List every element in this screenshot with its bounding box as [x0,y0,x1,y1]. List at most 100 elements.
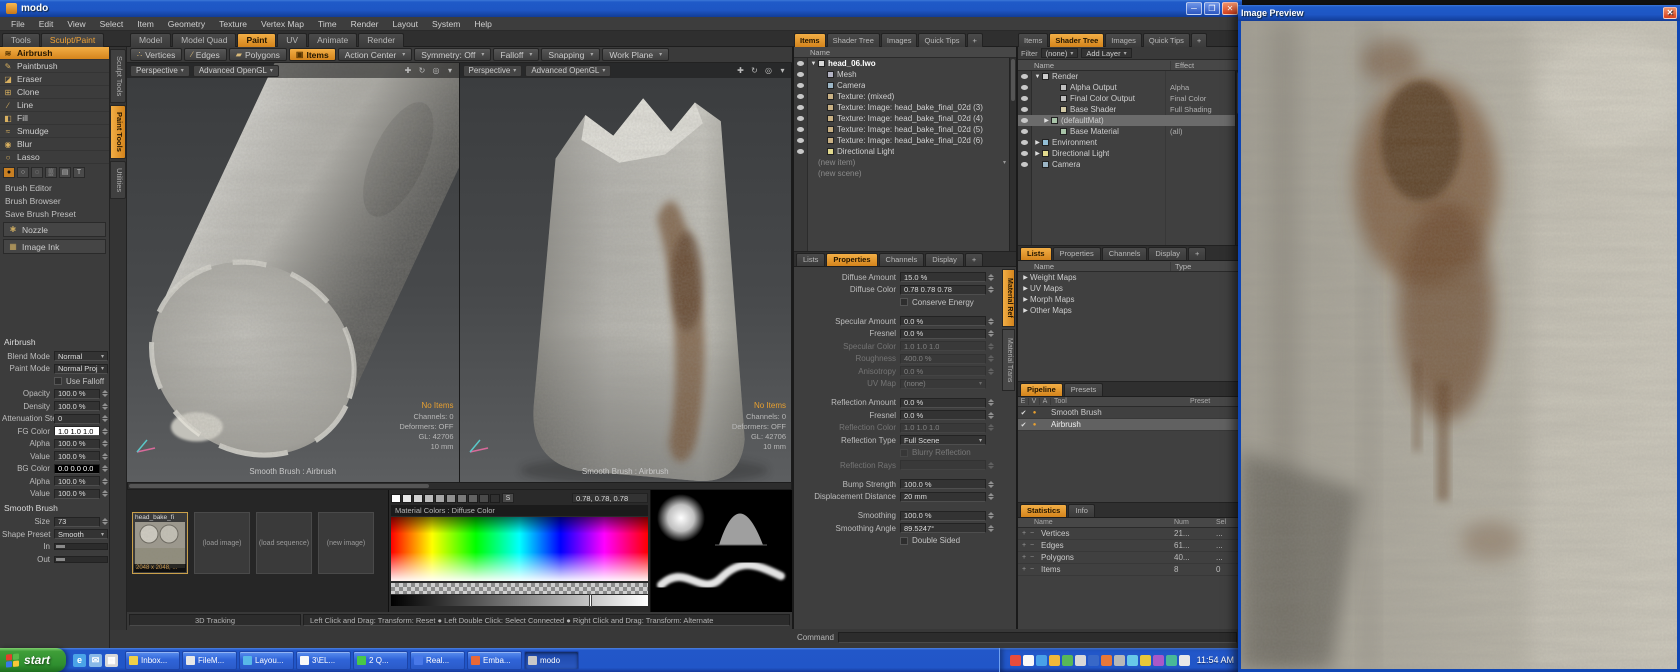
spinner-icon[interactable] [102,465,108,472]
pan-icon[interactable]: ✚ [403,66,414,75]
color-swatch[interactable] [435,494,445,503]
tool-fill[interactable]: ◧Fill [0,112,109,125]
scrollbar[interactable] [1009,58,1016,251]
visibility-eye-icon[interactable] [1021,74,1028,79]
visibility-eye-icon[interactable] [1021,107,1028,112]
stat-row-polygons[interactable]: +−Polygons40...... [1018,552,1242,564]
tab-sculpt-paint[interactable]: Sculpt/Paint [41,33,104,47]
expand-arrow-icon[interactable]: ▼ [809,61,818,67]
filter-dropdown[interactable]: (none)▾ [1041,48,1079,58]
link-save-brush-preset[interactable]: Save Brush Preset [0,207,109,220]
collapse-arrow-icon[interactable]: ▶ [1021,296,1030,303]
spinner-icon[interactable] [102,415,108,422]
dropdown-shape-preset[interactable]: Smooth▾ [54,529,108,539]
falloff-dropdown[interactable]: Falloff▾ [493,48,539,61]
visibility-eye-icon[interactable] [797,105,804,110]
spinner-icon[interactable] [988,274,994,281]
tool-paintbrush[interactable]: ✎Paintbrush [0,60,109,73]
menu-texture[interactable]: Texture [212,19,254,29]
maximize-button[interactable]: ❐ [1204,2,1220,15]
enable-check-icon[interactable]: ✔ [1018,421,1029,429]
field-specular-color[interactable]: 1.0 1.0 1.0 [900,341,986,351]
collapse-arrow-icon[interactable]: ▶ [1033,150,1042,157]
spinner-icon[interactable] [102,390,108,397]
color-swatch[interactable] [446,494,456,503]
tab-channels[interactable]: Channels [879,253,925,266]
spinner-icon[interactable] [102,478,108,485]
tray-icon-9[interactable] [1114,655,1125,666]
tab-lists[interactable]: Lists [796,253,825,266]
tool-line[interactable]: ∕Line [0,99,109,112]
command-input[interactable] [838,632,1237,643]
viewport-right[interactable]: Perspective▾ Advanced OpenGL▾ ✚ ↻ ◎ ▾ [460,63,793,482]
tool-image-ink[interactable]: ▦Image Ink [3,239,106,254]
clip-new-image[interactable]: (new image) [318,512,374,574]
pan-icon[interactable]: ✚ [735,66,746,75]
tray-icon-1[interactable] [1010,655,1021,666]
visibility-eye-icon[interactable] [1021,85,1028,90]
tree-row-mesh[interactable]: Mesh [794,69,1016,80]
menu-system[interactable]: System [425,19,467,29]
polygons-mode-button[interactable]: ▰Polygons [229,48,287,61]
taskbar-button-real[interactable]: Real... [410,651,465,670]
tray-icon-8[interactable] [1101,655,1112,666]
spinner-icon[interactable] [102,490,108,497]
color-swatch[interactable] [402,494,412,503]
dropdown-blend-mode[interactable]: Normal▾ [54,351,108,361]
tab-model[interactable]: Model [130,33,171,47]
taskbar-button-3-el[interactable]: 3\EL... [296,651,351,670]
field-reflection-color[interactable]: 1.0 1.0 1.0 [900,423,986,433]
window-titlebar[interactable]: modo ─ ❐ ✕ [0,0,1242,17]
collapse-arrow-icon[interactable]: ▶ [1021,274,1030,281]
tab-model-quad[interactable]: Model Quad [172,33,236,47]
visibility-eye-icon[interactable] [1021,96,1028,101]
vtab-sculpt-tools[interactable]: Sculpt Tools [110,49,126,103]
close-button[interactable]: ✕ [1222,2,1238,15]
tab-uv[interactable]: UV [277,33,307,47]
field-displacement-distance[interactable]: 20 mm [900,492,986,502]
field-size[interactable]: 73 [54,517,100,527]
collapse-arrow-icon[interactable]: ▶ [1042,117,1051,124]
checkbox-double-sided[interactable] [900,537,908,545]
field-alpha[interactable]: 100.0 % [54,476,100,486]
tab-display[interactable]: Display [1148,247,1187,260]
checkbox-conserve-energy[interactable] [900,298,908,306]
tool-airbrush[interactable]: ≋Airbrush [0,47,109,60]
color-swatch[interactable] [468,494,478,503]
spinner-icon[interactable] [988,424,994,431]
color-swatch[interactable] [424,494,434,503]
collapse-arrow-icon[interactable]: ▶ [1021,285,1030,292]
edges-mode-button[interactable]: ∕Edges [184,48,226,61]
tab-statistics[interactable]: Statistics [1020,504,1067,517]
spinner-icon[interactable] [988,525,994,532]
dropdown-reflection-type[interactable]: Full Scene▾ [900,435,986,445]
field-fresnel[interactable]: 0.0 % [900,329,986,339]
visibility-eye-icon[interactable] [1021,162,1028,167]
field-smoothing[interactable]: 100.0 % [900,511,986,521]
tray-icon-4[interactable] [1049,655,1060,666]
field-opacity[interactable]: 100.0 % [54,389,100,399]
shading-dropdown[interactable]: Advanced OpenGL▾ [193,65,279,77]
visible-dot-icon[interactable]: ● [1029,410,1040,416]
preview-close-button[interactable]: ✕ [1663,7,1677,19]
viewport-menu-icon[interactable]: ▾ [445,66,456,75]
dropdown-paint-mode[interactable]: Normal Proj▾ [54,364,108,374]
color-swatch[interactable] [413,494,423,503]
field-reflection-rays[interactable] [900,460,986,470]
menu-help[interactable]: Help [467,19,498,29]
menu-view[interactable]: View [60,19,92,29]
spinner-icon[interactable] [988,462,994,469]
alpha-checker-strip[interactable] [391,583,648,594]
collapse-arrow-icon[interactable]: ▶ [1033,139,1042,146]
orbit-icon[interactable]: ↻ [417,66,428,75]
tree-row-new-item[interactable]: (new item)▾ [794,157,1016,168]
tool-smudge[interactable]: ≈Smudge [0,125,109,138]
visibility-eye-icon[interactable] [797,127,804,132]
tray-icon-14[interactable] [1179,655,1190,666]
link-brush-editor[interactable]: Brush Editor [0,181,109,194]
tray-icon-10[interactable] [1127,655,1138,666]
field-value[interactable]: 100.0 % [54,489,100,499]
tab-properties[interactable]: Properties [826,253,877,266]
spinner-icon[interactable] [988,399,994,406]
menu-time[interactable]: Time [311,19,344,29]
